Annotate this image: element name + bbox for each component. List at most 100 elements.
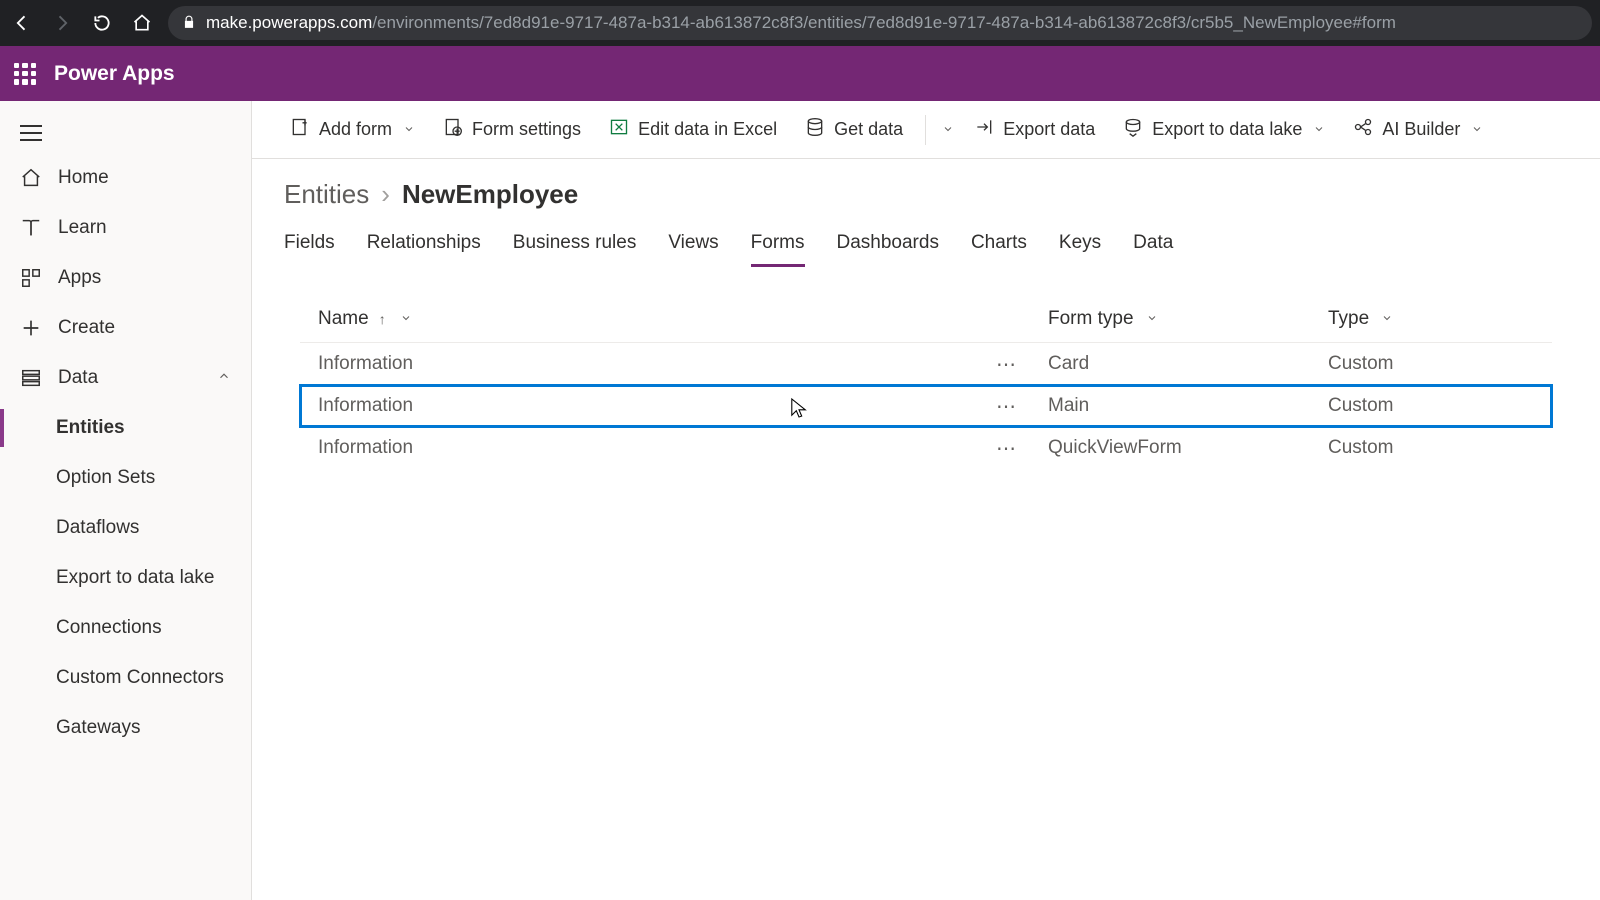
nav-dataflows[interactable]: Dataflows: [0, 503, 251, 553]
cmd-export-data[interactable]: Export data: [962, 109, 1107, 150]
col-label: Type: [1328, 308, 1369, 330]
nav-label: Entities: [56, 417, 125, 439]
back-button[interactable]: [8, 9, 36, 37]
row-more-button[interactable]: ⋯: [996, 394, 1018, 419]
chevron-down-icon: [942, 119, 954, 140]
tab-relationships[interactable]: Relationships: [367, 232, 481, 267]
nav-entities[interactable]: Entities: [0, 403, 251, 453]
cmd-label: Get data: [834, 119, 903, 140]
sort-asc-icon: ↑: [379, 311, 386, 327]
tab-views[interactable]: Views: [668, 232, 718, 267]
table-row[interactable]: Information ⋯ QuickViewForm Custom: [300, 427, 1552, 469]
nav-export-lake[interactable]: Export to data lake: [0, 553, 251, 603]
tab-dashboards[interactable]: Dashboards: [837, 232, 939, 267]
cmd-form-settings[interactable]: Form settings: [431, 109, 593, 150]
tab-business-rules[interactable]: Business rules: [513, 232, 637, 267]
collapse-nav-button[interactable]: [0, 113, 251, 153]
nav-create[interactable]: Create: [0, 303, 251, 353]
forward-button[interactable]: [48, 9, 76, 37]
nav-label: Export to data lake: [56, 567, 214, 589]
nav-home[interactable]: Home: [0, 153, 251, 203]
nav-apps[interactable]: Apps: [0, 253, 251, 303]
chevron-down-icon: [403, 119, 415, 140]
cmd-label: Form settings: [472, 119, 581, 140]
form-settings-icon: [443, 117, 463, 142]
url-host: make.powerapps.com: [206, 13, 372, 33]
col-label: Form type: [1048, 308, 1134, 330]
cmd-add-form[interactable]: Add form: [278, 109, 427, 150]
tab-keys[interactable]: Keys: [1059, 232, 1101, 267]
cell-type: Custom: [1328, 353, 1393, 375]
separator: [925, 115, 926, 145]
content: Add form Form settings Edit data in Exce…: [252, 101, 1600, 900]
nav-label: Create: [58, 317, 115, 339]
tab-charts[interactable]: Charts: [971, 232, 1027, 267]
grid-header: Name ↑ Form type Type: [300, 296, 1552, 343]
row-more-button[interactable]: ⋯: [996, 436, 1018, 461]
table-row[interactable]: Information ⋯ Card Custom: [300, 343, 1552, 385]
cmd-label: AI Builder: [1382, 119, 1460, 140]
cmd-get-data[interactable]: Get data: [793, 109, 915, 150]
chevron-up-icon: [217, 367, 231, 389]
nav-label: Dataflows: [56, 517, 139, 539]
lake-icon: [1123, 117, 1143, 142]
cell-name: Information: [318, 353, 413, 375]
breadcrumb-current: NewEmployee: [402, 179, 578, 210]
cell-type: Custom: [1328, 437, 1393, 459]
cmd-label: Add form: [319, 119, 392, 140]
chevron-down-icon: [1146, 311, 1158, 327]
cmd-ai-builder[interactable]: AI Builder: [1341, 109, 1495, 150]
cell-name: Information: [318, 395, 413, 417]
ai-icon: [1353, 117, 1373, 142]
nav-label: Data: [58, 367, 98, 389]
grid: Name ↑ Form type Type: [284, 296, 1568, 469]
nav-option-sets[interactable]: Option Sets: [0, 453, 251, 503]
col-header-type[interactable]: Type: [1328, 308, 1534, 330]
nav-label: Option Sets: [56, 467, 155, 489]
nav-connections[interactable]: Connections: [0, 603, 251, 653]
chevron-down-icon: [1313, 119, 1325, 140]
tab-fields[interactable]: Fields: [284, 232, 335, 267]
nav-label: Home: [58, 167, 109, 189]
breadcrumb: Entities › NewEmployee: [284, 179, 1568, 210]
nav-label: Connections: [56, 617, 162, 639]
col-header-formtype[interactable]: Form type: [1048, 308, 1328, 330]
add-form-icon: [290, 117, 310, 142]
url-bar[interactable]: make.powerapps.com/environments/7ed8d91e…: [168, 6, 1592, 40]
cell-formtype: Card: [1048, 353, 1089, 375]
cmd-label: Export data: [1003, 119, 1095, 140]
lock-icon: [182, 15, 196, 32]
chevron-down-icon: [1381, 311, 1393, 327]
page-head: Entities › NewEmployee Fields Relationsh…: [252, 159, 1600, 469]
chevron-right-icon: ›: [381, 179, 390, 210]
nav-label: Gateways: [56, 717, 140, 739]
excel-icon: [609, 117, 629, 142]
tab-data[interactable]: Data: [1133, 232, 1173, 267]
export-icon: [974, 117, 994, 142]
cell-name: Information: [318, 437, 413, 459]
app-header: Power Apps: [0, 46, 1600, 101]
chevron-down-icon: [400, 311, 412, 327]
nav-learn[interactable]: Learn: [0, 203, 251, 253]
app-launcher-icon[interactable]: [14, 63, 36, 85]
nav-data[interactable]: Data: [0, 353, 251, 403]
data-icon: [20, 367, 42, 389]
tabs: Fields Relationships Business rules View…: [284, 232, 1568, 268]
nav-gateways[interactable]: Gateways: [0, 703, 251, 753]
reload-button[interactable]: [88, 9, 116, 37]
col-header-name[interactable]: Name ↑: [318, 308, 1048, 330]
browser-toolbar: make.powerapps.com/environments/7ed8d91e…: [0, 0, 1600, 46]
plus-icon: [20, 317, 42, 339]
command-bar: Add form Form settings Edit data in Exce…: [252, 101, 1600, 159]
table-row[interactable]: Information ⋯ Main Custom: [300, 385, 1552, 427]
cmd-edit-excel[interactable]: Edit data in Excel: [597, 109, 789, 150]
row-more-button[interactable]: ⋯: [996, 352, 1018, 377]
app-title: Power Apps: [54, 62, 175, 86]
cmd-get-data-dropdown[interactable]: [936, 111, 958, 148]
tab-forms[interactable]: Forms: [751, 232, 805, 267]
breadcrumb-root[interactable]: Entities: [284, 179, 369, 210]
cmd-export-lake[interactable]: Export to data lake: [1111, 109, 1337, 150]
home-button[interactable]: [128, 9, 156, 37]
nav-custom-connectors[interactable]: Custom Connectors: [0, 653, 251, 703]
sidebar: Home Learn Apps Create Data: [0, 101, 252, 900]
